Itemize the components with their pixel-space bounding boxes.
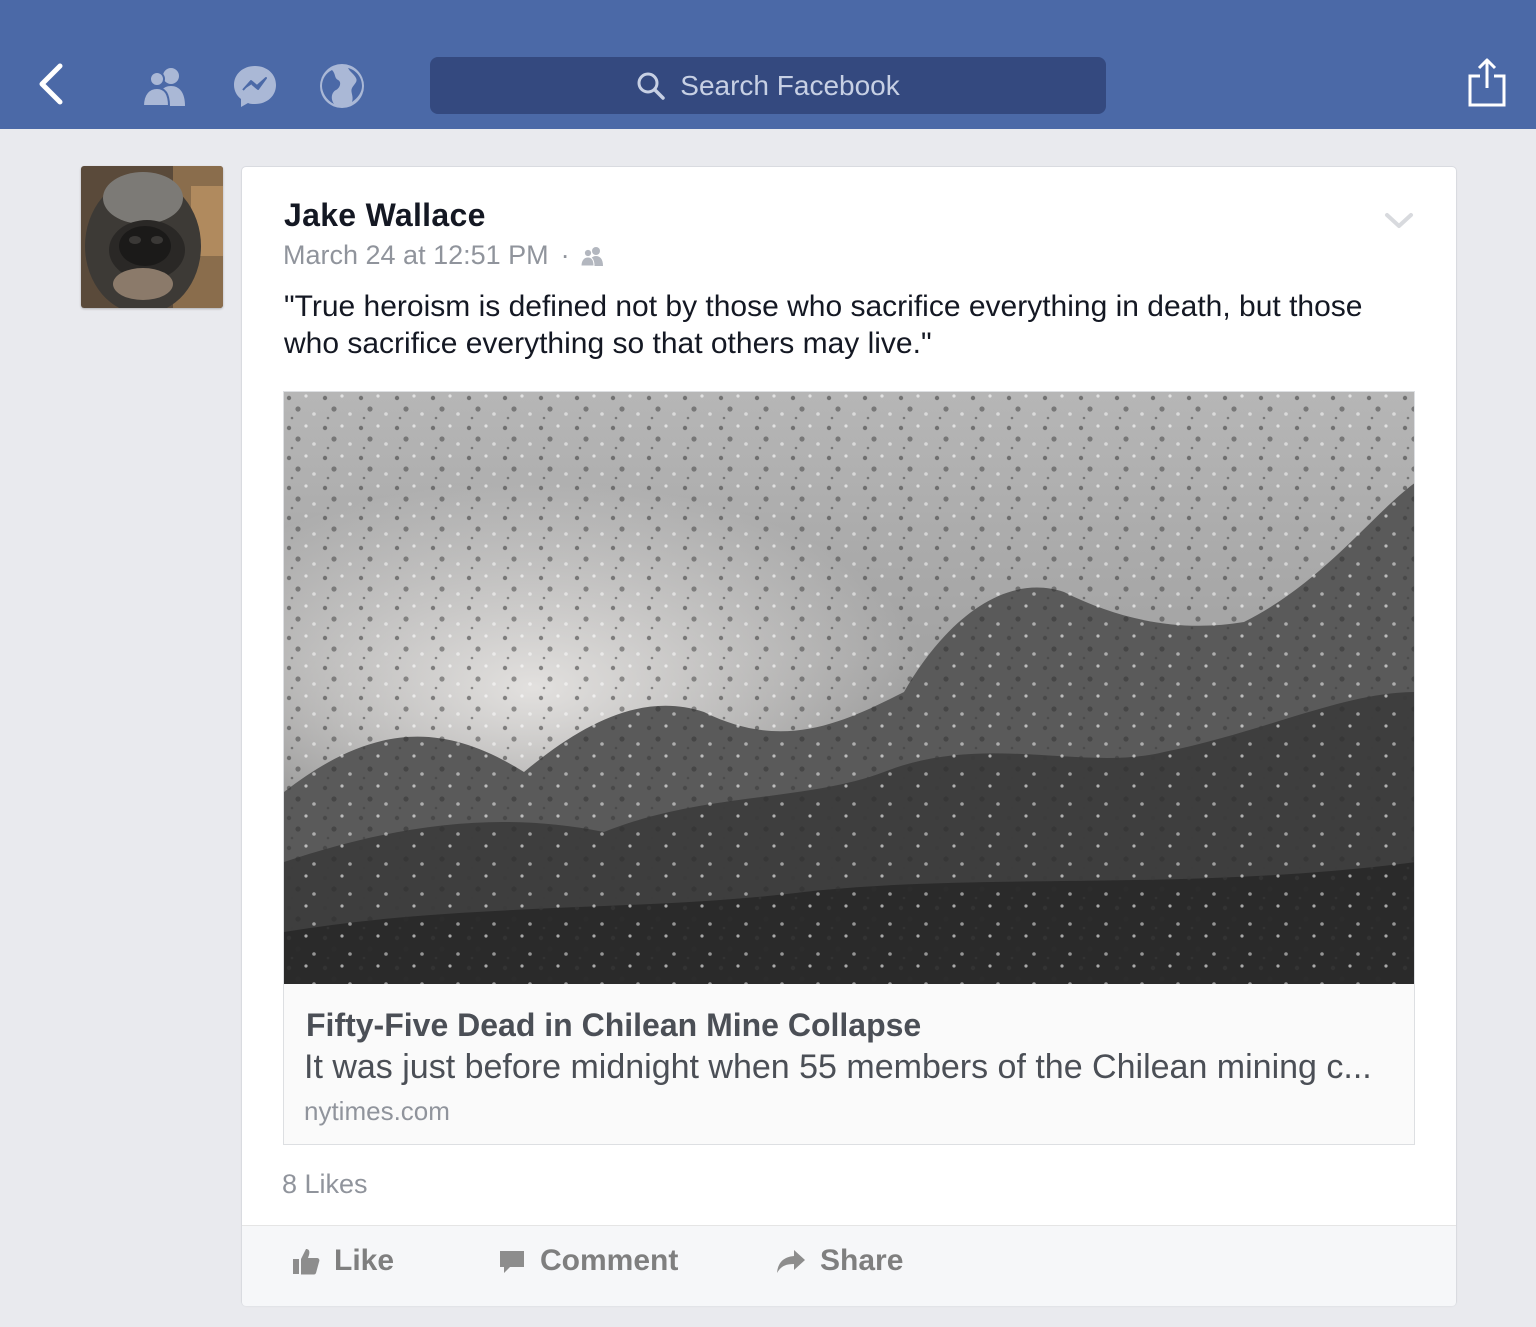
search-placeholder: Search Facebook xyxy=(680,69,900,101)
comment-button[interactable]: Comment xyxy=(498,1244,678,1278)
post-timestamp[interactable]: March 24 at 12:51 PM xyxy=(283,240,549,271)
post-meta: March 24 at 12:51 PM · xyxy=(283,240,606,271)
likes-count[interactable]: 8 Likes xyxy=(282,1169,368,1200)
search-input[interactable]: Search Facebook xyxy=(430,57,1106,114)
link-preview-image xyxy=(284,392,1414,984)
meta-separator: · xyxy=(560,240,570,270)
chevron-left-icon[interactable] xyxy=(36,62,66,106)
avatar[interactable] xyxy=(81,166,223,308)
share-label: Share xyxy=(820,1244,904,1277)
avatar-photo xyxy=(81,166,223,308)
comment-label: Comment xyxy=(540,1244,679,1277)
link-domain: nytimes.com xyxy=(304,1096,450,1126)
link-title: Fifty-Five Dead in Chilean Mine Collapse xyxy=(306,1007,922,1043)
post-author-name[interactable]: Jake Wallace xyxy=(284,197,486,234)
friends-audience-icon xyxy=(580,246,603,266)
comment-icon xyxy=(500,1251,524,1273)
share-button[interactable]: Share xyxy=(776,1244,903,1278)
like-button[interactable]: Like xyxy=(292,1244,394,1278)
friends-icon[interactable] xyxy=(141,66,191,106)
post-card: Jake Wallace March 24 at 12:51 PM · "Tru… xyxy=(242,167,1456,1306)
chevron-down-icon[interactable] xyxy=(1384,211,1414,231)
messenger-icon[interactable] xyxy=(232,63,278,109)
post-actions-bar: Like Comment Share xyxy=(242,1225,1456,1306)
globe-icon[interactable] xyxy=(318,62,366,110)
top-navigation-bar: Search Facebook xyxy=(0,0,1536,129)
share-icon[interactable] xyxy=(1466,56,1508,108)
thumbs-up-icon xyxy=(293,1249,320,1275)
link-description: It was just before midnight when 55 memb… xyxy=(304,1048,1372,1086)
like-label: Like xyxy=(334,1244,395,1277)
share-arrow-icon xyxy=(777,1250,805,1273)
link-preview[interactable]: Fifty-Five Dead in Chilean Mine Collapse… xyxy=(283,391,1415,1145)
search-icon xyxy=(637,72,666,100)
post-text: "True heroism is defined not by those wh… xyxy=(284,290,1363,360)
